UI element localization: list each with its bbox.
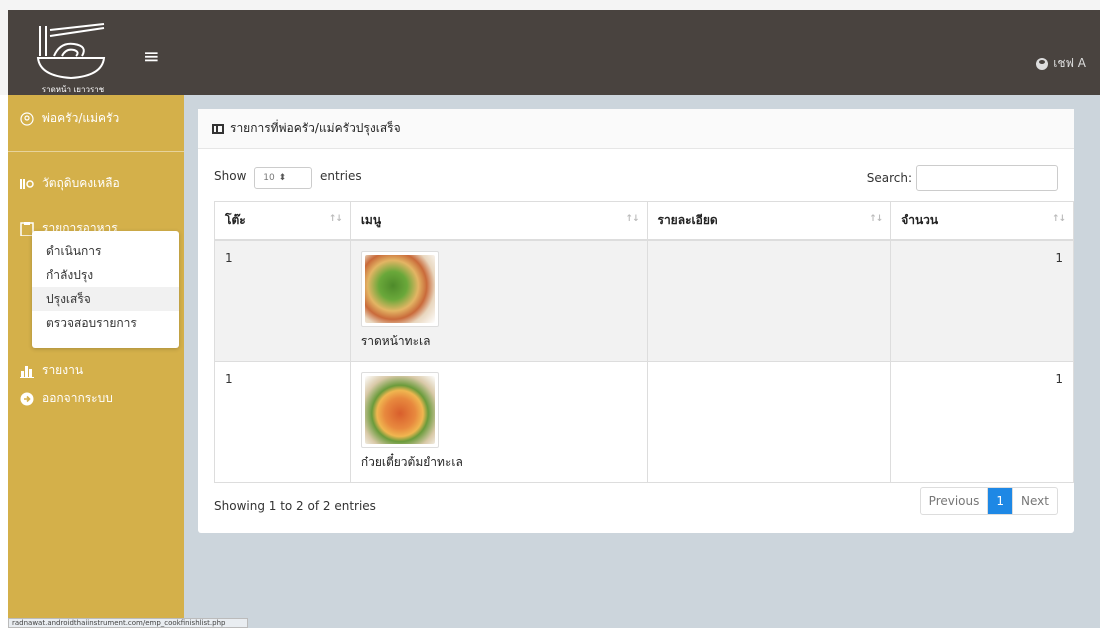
- inventory-icon: [20, 178, 34, 189]
- cell-quantity: 1: [890, 361, 1074, 483]
- main-content: รายการที่พ่อครัว/แม่ครัวปรุงเสร็จ Show 1…: [184, 95, 1100, 628]
- column-header-label: เมนู: [360, 212, 382, 227]
- bar-chart-icon: [20, 365, 34, 378]
- cell-detail: [647, 361, 892, 483]
- sidebar-item-label: วัตถุดิบคงเหลือ: [42, 176, 120, 190]
- pagination: Previous 1 Next: [919, 487, 1058, 515]
- sidebar-item-label: พ่อครัว/แม่ครัว: [42, 111, 120, 125]
- food-photo: [364, 375, 435, 444]
- entries-label: entries: [320, 169, 362, 183]
- food-photo: [364, 254, 435, 323]
- column-header-table[interactable]: โต๊ะ ↑↓: [214, 201, 351, 241]
- user-menu[interactable]: เชฟ A: [1036, 54, 1086, 73]
- search-control: Search:: [867, 165, 1058, 191]
- submenu-item-processing[interactable]: ดำเนินการ: [32, 239, 179, 263]
- card-title: รายการที่พ่อครัว/แม่ครัวปรุงเสร็จ: [230, 121, 401, 135]
- table-header-row: โต๊ะ ↑↓ เมนู ↑↓ รายละเอียด ↑↓ จำนวน ↑↓: [214, 201, 1074, 241]
- table-controls: Show 10 ⬍ entries Search:: [214, 165, 1058, 191]
- menu-toggle-icon[interactable]: ≡: [143, 46, 163, 66]
- logo-text: ราดหน้า เยาวราช: [42, 85, 105, 94]
- cell-table: 1: [214, 239, 351, 362]
- submenu-item-finished[interactable]: ปรุงเสร็จ: [32, 287, 179, 311]
- column-header-detail[interactable]: รายละเอียด ↑↓: [647, 201, 892, 241]
- food-image[interactable]: [360, 250, 439, 327]
- submenu-item-cooking[interactable]: กำลังปรุง: [32, 263, 179, 287]
- user-name: เชฟ A: [1053, 56, 1086, 70]
- cell-detail: [647, 239, 892, 362]
- cell-menu: ก๋วยเตี๋ยวต้มยำทะเล: [350, 361, 648, 483]
- previous-page-button[interactable]: Previous: [921, 488, 989, 514]
- menu-name: ก๋วยเตี๋ยวต้มยำทะเล: [360, 454, 463, 469]
- page-1-button[interactable]: 1: [988, 488, 1013, 514]
- sort-icon: ↑↓: [1051, 214, 1066, 224]
- entries-select-value: 10: [263, 173, 275, 183]
- food-list-submenu: ดำเนินการ กำลังปรุง ปรุงเสร็จ ตรวจสอบราย…: [32, 231, 179, 348]
- cell-quantity: 1: [890, 239, 1074, 362]
- submenu-item-check-orders[interactable]: ตรวจสอบรายการ: [32, 311, 179, 335]
- top-bar: ราดหน้า เยาวราช ≡ เชฟ A: [0, 0, 1100, 95]
- user-circle-icon: [1036, 57, 1049, 70]
- divider: [8, 151, 184, 152]
- table-info: Showing 1 to 2 of 2 entries: [214, 499, 376, 513]
- menu-name: ราดหน้าทะเล: [360, 333, 431, 348]
- logo[interactable]: ราดหน้า เยาวราช: [18, 18, 128, 96]
- show-label: Show: [214, 169, 247, 183]
- column-header-label: รายละเอียด: [657, 212, 718, 227]
- sidebar-item-label: ออกจากระบบ: [42, 391, 113, 405]
- user-circle-icon: [20, 111, 34, 126]
- column-header-quantity[interactable]: จำนวน ↑↓: [890, 201, 1074, 241]
- finished-orders-table: โต๊ะ ↑↓ เมนู ↑↓ รายละเอียด ↑↓ จำนวน ↑↓ 1 ราด…: [214, 201, 1074, 483]
- table-icon: [212, 123, 224, 134]
- column-header-label: จำนวน: [901, 212, 939, 227]
- finished-list-card: รายการที่พ่อครัว/แม่ครัวปรุงเสร็จ Show 1…: [198, 109, 1074, 533]
- next-page-button[interactable]: Next: [1012, 488, 1057, 514]
- sidebar-item-role[interactable]: พ่อครัว/แม่ครัว: [8, 109, 184, 128]
- entries-select[interactable]: 10 ⬍: [254, 167, 313, 189]
- select-arrows-icon: ⬍: [278, 173, 287, 183]
- length-control: Show 10 ⬍ entries: [214, 167, 362, 189]
- cell-menu: ราดหน้าทะเล: [350, 239, 648, 362]
- column-header-menu[interactable]: เมนู ↑↓: [350, 201, 648, 241]
- sidebar-item-label: รายงาน: [42, 363, 84, 377]
- sort-icon: ↑↓: [869, 214, 883, 224]
- sidebar: พ่อครัว/แม่ครัว วัตถุดิบคงเหลือ รายการอา…: [8, 95, 184, 628]
- cell-table: 1: [214, 361, 351, 483]
- header-bar: ราดหน้า เยาวราช ≡ เชฟ A: [8, 10, 1100, 95]
- status-bar-url: radnawat.androidthaiinstrument.com/emp_c…: [8, 618, 248, 628]
- search-label: Search:: [866, 171, 912, 185]
- sidebar-item-ingredients[interactable]: วัตถุดิบคงเหลือ: [8, 174, 184, 193]
- column-header-label: โต๊ะ: [225, 212, 246, 227]
- food-image[interactable]: [360, 371, 439, 448]
- table-row[interactable]: 1 ก๋วยเตี๋ยวต้มยำทะเล 1: [214, 361, 1074, 483]
- table-row[interactable]: 1 ราดหน้าทะเล 1: [214, 239, 1074, 362]
- sort-icon: ↑↓: [328, 214, 343, 224]
- search-input[interactable]: [916, 165, 1058, 191]
- sort-icon: ↑↓: [625, 214, 639, 224]
- sign-out-icon: [20, 392, 34, 405]
- sidebar-item-logout[interactable]: ออกจากระบบ: [8, 389, 184, 408]
- card-header: รายการที่พ่อครัว/แม่ครัวปรุงเสร็จ: [198, 109, 1074, 149]
- sidebar-item-report[interactable]: รายงาน: [8, 361, 184, 380]
